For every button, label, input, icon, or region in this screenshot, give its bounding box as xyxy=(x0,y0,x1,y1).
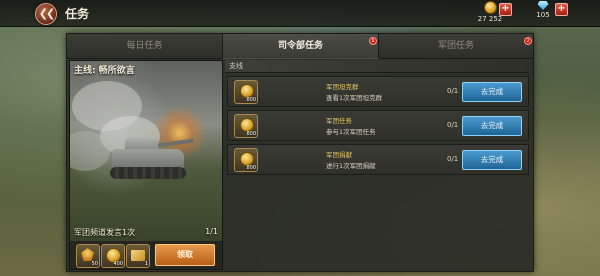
reward-gold: 400 xyxy=(101,244,125,268)
plus-icon: + xyxy=(557,3,566,14)
medal-icon xyxy=(81,248,94,261)
back-button[interactable]: ❮❮ xyxy=(35,3,57,25)
task-reward: 800 xyxy=(234,80,258,104)
reward-medal: 50 xyxy=(76,244,100,268)
notification-badge: 1 xyxy=(369,37,377,45)
gem-resource: 105 xyxy=(531,1,555,19)
gold-value: 27 252 xyxy=(477,15,503,23)
go-complete-button[interactable]: 去完成 xyxy=(462,116,522,136)
reward-count: 800 xyxy=(246,97,256,103)
task-description: 查看1次军团坦克群 xyxy=(326,94,383,102)
double-chevron-left-icon: ❮❮ xyxy=(38,7,56,20)
task-progress: 0/1 xyxy=(447,87,459,95)
mission-title: 主线: 畅所欲言 xyxy=(74,66,135,76)
gold-coin-icon xyxy=(240,118,254,132)
reward-ticket: 1 xyxy=(126,244,150,268)
branch-header-label: 支线 xyxy=(229,62,243,70)
page-title: 任务 xyxy=(65,7,90,21)
go-complete-button[interactable]: 去完成 xyxy=(462,82,522,102)
task-reward: 800 xyxy=(234,148,258,172)
task-progress: 0/1 xyxy=(447,155,459,163)
plus-icon: + xyxy=(501,3,510,14)
reward-count: 1 xyxy=(144,261,148,267)
task-row: 800 军团任务 参与1次军团任务 0/1 去完成 xyxy=(227,110,529,141)
tab-label: 每日任务 xyxy=(126,41,163,51)
task-progress: 0/1 xyxy=(447,121,459,129)
mission-image: 主线: 畅所欲言 军团频道发言1次 1/1 xyxy=(70,61,222,241)
reward-count: 800 xyxy=(246,165,256,171)
diamond-icon xyxy=(537,1,549,10)
gold-coin-icon xyxy=(483,1,497,14)
task-name: 军团任务 xyxy=(326,117,352,125)
reward-count: 50 xyxy=(91,261,98,267)
tab-bar: 每日任务 司令部任务 1 军团任务 2 xyxy=(67,34,534,59)
gem-value: 105 xyxy=(536,11,550,19)
ticket-icon xyxy=(131,250,145,261)
branch-header: 支线 xyxy=(225,60,529,73)
tab-daily[interactable]: 每日任务 xyxy=(67,34,223,59)
go-complete-button[interactable]: 去完成 xyxy=(462,150,522,170)
task-row: 800 军团坦克群 查看1次军团坦克群 0/1 去完成 xyxy=(227,76,529,107)
tab-label: 军团任务 xyxy=(437,41,474,51)
reward-count: 800 xyxy=(246,131,256,137)
top-bar: ❮❮ 任务 27 252 + 105 + xyxy=(0,0,600,27)
add-gold-button[interactable]: + xyxy=(499,3,512,16)
task-name: 军团捐献 xyxy=(326,151,352,159)
notification-badge: 2 xyxy=(524,37,532,45)
add-gems-button[interactable]: + xyxy=(555,3,568,16)
tab-legion[interactable]: 军团任务 2 xyxy=(379,34,534,59)
main-mission-card: 主线: 畅所欲言 军团频道发言1次 1/1 50 400 1 领取 xyxy=(69,60,223,270)
tab-label: 司令部任务 xyxy=(277,41,323,51)
mission-description: 军团频道发言1次 xyxy=(74,228,136,237)
task-description: 参与1次军团任务 xyxy=(326,128,376,136)
gold-coin-icon xyxy=(240,152,254,166)
gold-coin-icon xyxy=(240,84,254,98)
task-description: 进行1次军团捐献 xyxy=(326,162,376,170)
claim-button[interactable]: 领取 xyxy=(155,244,215,266)
task-panel: 每日任务 司令部任务 1 军团任务 2 主线: 畅所欲言 军团频道发言1次 1/… xyxy=(66,33,534,272)
task-reward: 800 xyxy=(234,114,258,138)
reward-count: 400 xyxy=(113,261,123,267)
mission-progress: 1/1 xyxy=(205,227,218,236)
task-row: 800 军团捐献 进行1次军团捐献 0/1 去完成 xyxy=(227,144,529,175)
task-name: 军团坦克群 xyxy=(326,83,359,91)
tab-hq[interactable]: 司令部任务 1 xyxy=(223,34,379,59)
